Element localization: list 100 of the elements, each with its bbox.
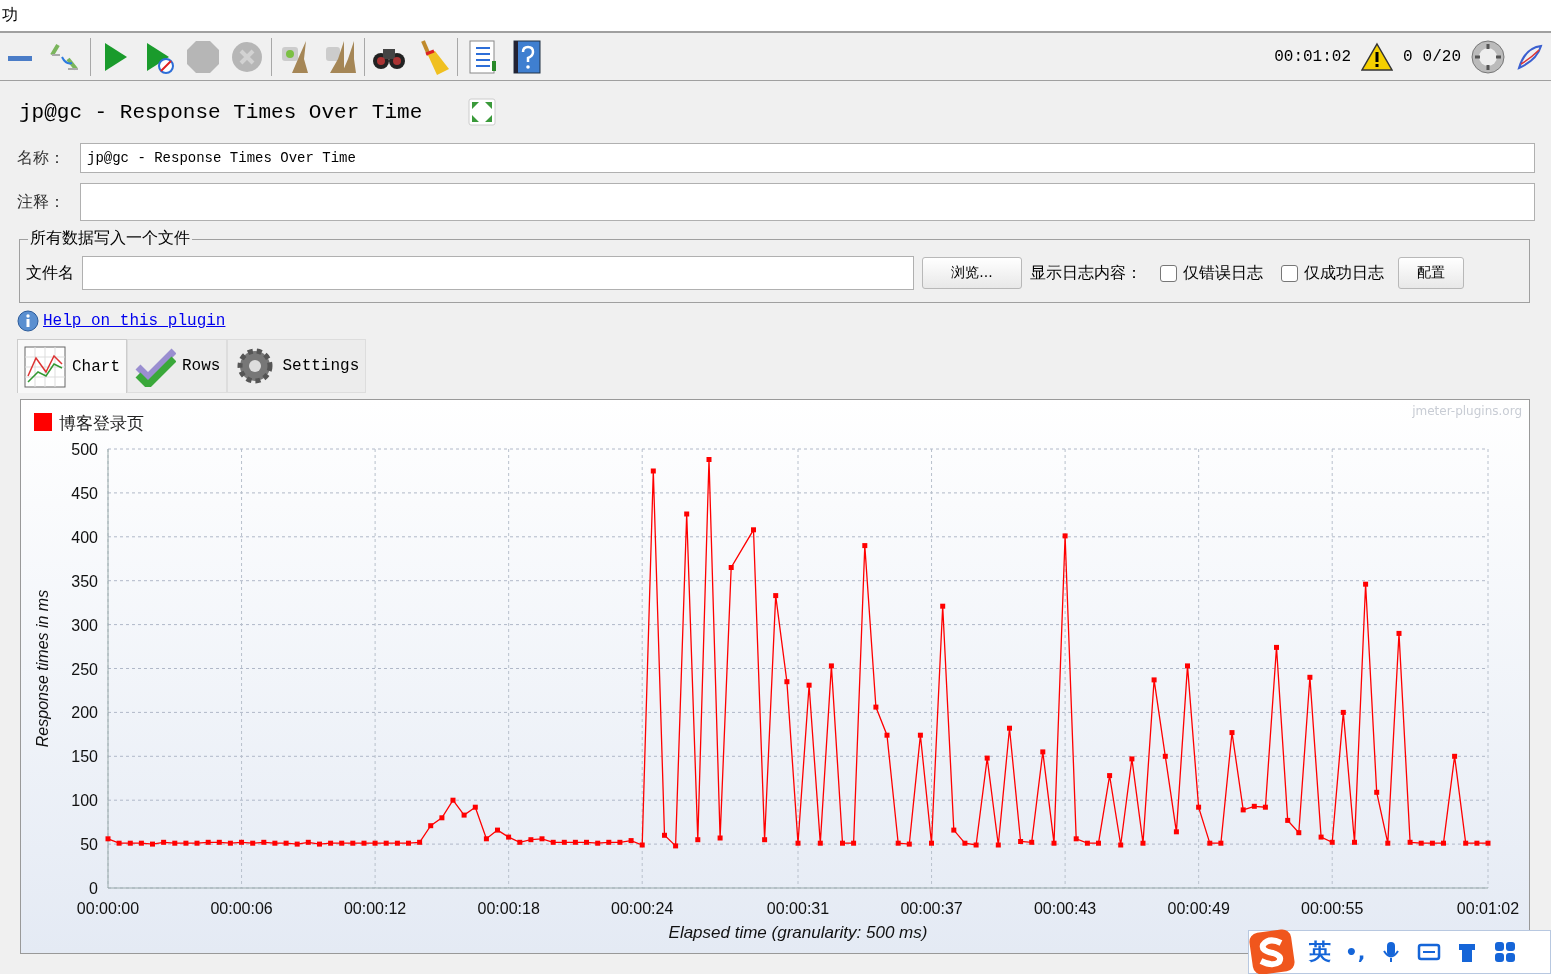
tab[interactable]: Settings (227, 339, 367, 393)
axis-tick-label: 50 (80, 836, 98, 854)
data-point (751, 527, 756, 533)
data-point (1418, 840, 1424, 846)
tab-label: Rows (182, 357, 221, 375)
data-point (817, 840, 823, 846)
data-point (1296, 830, 1302, 836)
data-point (851, 840, 857, 846)
axis-tick-label: 00:00:06 (210, 900, 273, 917)
data-point (784, 679, 790, 685)
data-point (1084, 840, 1090, 846)
data-point (1173, 829, 1179, 835)
data-point (1318, 834, 1324, 840)
data-point (272, 840, 278, 846)
name-field[interactable]: jp@gc - Response Times Over Time (80, 143, 1535, 173)
ime-punctuation-toggle[interactable]: •, (1345, 940, 1366, 964)
data-point (906, 841, 912, 847)
data-point (995, 842, 1001, 848)
data-point (795, 840, 801, 846)
help-link[interactable]: Help on this plugin (43, 312, 226, 330)
checkbox-label: 仅成功日志 (1304, 262, 1384, 284)
data-point (706, 457, 712, 462)
ime-logo-icon[interactable] (1249, 929, 1295, 974)
comment-field[interactable] (80, 183, 1535, 221)
data-point (717, 835, 723, 841)
axis-tick-label: 00:00:49 (1167, 900, 1230, 917)
data-point (261, 839, 267, 845)
data-point (1452, 753, 1458, 759)
data-point (806, 682, 812, 688)
data-point (695, 837, 701, 843)
data-point (1185, 663, 1190, 669)
ime-mode-toggle[interactable]: 英 (1309, 937, 1331, 967)
data-point (1196, 804, 1202, 810)
file-name-field[interactable] (82, 256, 914, 290)
data-point (572, 839, 578, 845)
data-point (138, 840, 144, 846)
data-point (1441, 840, 1446, 846)
browse-button[interactable]: 浏览... (922, 257, 1022, 289)
data-point (328, 840, 334, 846)
data-point (506, 834, 512, 840)
checkbox[interactable] (1160, 264, 1177, 282)
status-icon (1471, 39, 1505, 74)
thread-count: 0/20 (1422, 47, 1461, 66)
data-point (639, 842, 645, 848)
data-point (1218, 840, 1224, 846)
axis-tick-label: 00:00:12 (343, 900, 407, 917)
data-point (1140, 840, 1146, 846)
data-point (1340, 709, 1346, 715)
expand-icon[interactable] (468, 98, 497, 126)
data-point (127, 840, 133, 846)
data-point (728, 565, 734, 570)
data-point (194, 840, 200, 846)
axis-tick-label: 00:00:37 (900, 900, 963, 917)
data-point (1040, 749, 1046, 755)
data-point (1285, 817, 1291, 823)
axis-tick-label: 350 (71, 572, 98, 590)
data-point (439, 815, 445, 821)
axis-tick-label: 450 (71, 484, 98, 502)
warning-icon (1361, 41, 1393, 72)
axis-tick-label: 150 (71, 748, 98, 766)
data-point (161, 839, 167, 845)
data-point (1374, 789, 1380, 795)
data-point (1118, 842, 1124, 848)
data-point (650, 468, 656, 474)
data-point (1363, 581, 1369, 587)
tab[interactable]: Rows (127, 339, 228, 393)
axis-tick-label: 500 (71, 441, 98, 458)
data-point (1240, 807, 1246, 813)
data-point (606, 839, 612, 845)
data-point (873, 704, 879, 710)
data-point (150, 841, 155, 847)
data-point (617, 839, 623, 845)
axis-tick-label: 00:00:00 (76, 900, 140, 917)
data-point (973, 842, 979, 848)
data-point (205, 839, 211, 845)
data-point (372, 840, 378, 846)
grid-icon[interactable] (1493, 940, 1518, 964)
data-point (917, 732, 923, 738)
info-icon (17, 310, 39, 332)
warning-count: 0 (1403, 47, 1413, 66)
data-point (951, 827, 957, 833)
menu-item[interactable]: 功 (2, 5, 18, 26)
tab[interactable]: Chart (17, 339, 127, 393)
data-point (1051, 840, 1057, 846)
elapsed-time: 00:01:02 (1274, 47, 1351, 66)
data-point (350, 840, 356, 846)
data-point (840, 840, 845, 846)
data-point (1096, 840, 1101, 846)
data-point (227, 840, 233, 846)
checkbox[interactable] (1281, 264, 1298, 282)
axis-tick-label: 00:00:18 (477, 900, 540, 917)
data-point (828, 663, 834, 669)
data-point (1396, 630, 1402, 636)
config-button[interactable]: 配置 (1398, 257, 1464, 289)
axis-tick-label: 250 (71, 660, 98, 678)
data-point (1262, 804, 1268, 810)
data-point (1229, 730, 1235, 736)
data-point (216, 839, 222, 845)
data-point (1107, 773, 1113, 779)
data-point (1485, 840, 1491, 846)
